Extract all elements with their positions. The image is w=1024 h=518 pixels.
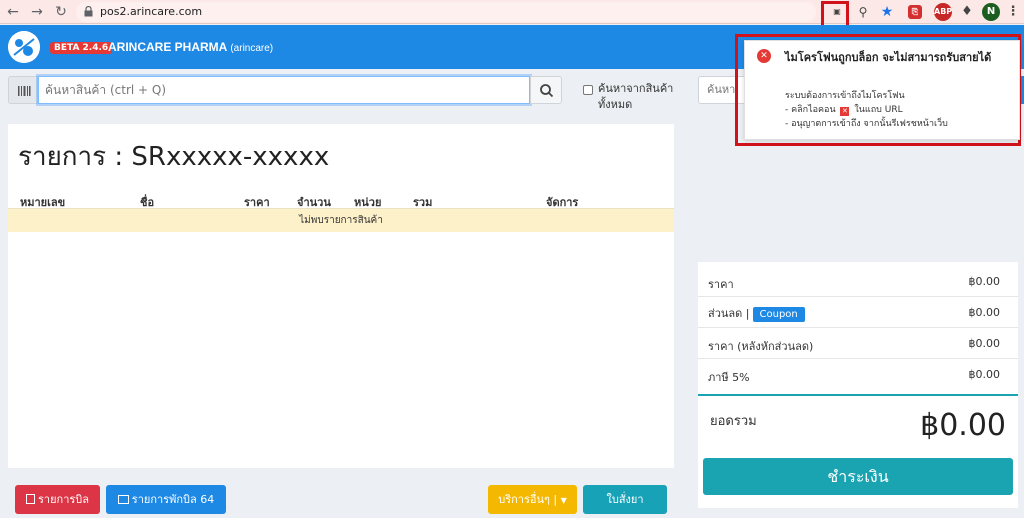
search-button[interactable] <box>530 76 562 104</box>
notification-line-1: ระบบต้องการเข้าถึงไมโครโฟน <box>785 91 905 101</box>
summary-vat-row: ภาษี 5% ฿0.00 <box>698 359 1018 390</box>
net-price-value: ฿0.00 <box>968 337 1001 350</box>
notification-title: ไมโครโฟนถูกบล็อก จะไม่สามารถรับสายได้ <box>785 51 992 64</box>
other-services-label: บริการอื่นๆ | <box>498 493 558 506</box>
reload-icon[interactable]: ↻ <box>52 3 70 21</box>
pay-button[interactable]: ชำระเงิน <box>703 458 1013 495</box>
discount-label: ส่วนลด | <box>708 307 750 320</box>
adblock-extension-icon[interactable]: ABP <box>934 3 952 21</box>
summary-price-row: ราคา ฿0.00 <box>698 266 1018 297</box>
key-icon[interactable]: ⚲ <box>854 3 872 21</box>
summary-discount-row: ส่วนลด | Coupon ฿0.00 <box>698 297 1018 328</box>
price-label: ราคา <box>708 278 734 291</box>
bill-list-button[interactable]: รายการบิล <box>15 485 100 514</box>
search-all-label: ค้นหาจากสินค้าทั้งหมด <box>598 82 674 111</box>
notification-line-2b: ในแถบ URL <box>854 105 903 115</box>
bottom-action-bar: รายการบิล รายการพักบิล 64 บริการอื่นๆ | … <box>0 474 690 518</box>
order-panel: รายการ : SRxxxxx-xxxxx หมายเลข ชื่อ ราคา… <box>8 124 674 468</box>
discount-label-wrap: ส่วนลด | Coupon <box>708 304 805 322</box>
blocked-camera-icon: ✕ <box>840 107 850 116</box>
barcode-button[interactable] <box>8 76 38 104</box>
price-value: ฿0.00 <box>968 275 1001 288</box>
grand-total-label: ยอดรวม <box>710 414 757 429</box>
prescription-label: ใบสั่งยา <box>606 493 644 506</box>
puzzle-extensions-icon[interactable]: ♦ <box>958 3 976 21</box>
barcode-icon <box>18 86 31 96</box>
app-title: ARINCARE PHARMA (arincare) <box>108 40 273 54</box>
file-icon <box>26 494 35 504</box>
other-services-button[interactable]: บริการอื่นๆ | ▼ <box>488 485 577 514</box>
app-name: ARINCARE PHARMA <box>108 40 228 54</box>
vat-label: ภาษี 5% <box>708 371 750 384</box>
search-all-checkbox[interactable] <box>583 85 593 95</box>
lock-icon <box>84 6 93 17</box>
notification-line-2a: - คลิกไอคอน <box>785 105 836 115</box>
coupon-button[interactable]: Coupon <box>752 307 805 322</box>
search-icon <box>540 84 554 98</box>
version-badge: BETA 2.4.6 <box>50 42 113 54</box>
pdf-extension-icon[interactable]: ⎘ <box>908 5 922 19</box>
menu-kebab-icon[interactable]: ⋮ <box>1004 3 1022 21</box>
app-subtitle: (arincare) <box>230 43 274 54</box>
error-icon: ✕ <box>757 49 771 63</box>
empty-items-row: ไม่พบรายการสินค้า <box>8 208 674 232</box>
notification-line-2: - คลิกไอคอน ✕ ในแถบ URL <box>785 103 948 117</box>
hold-bill-label: รายการพักบิล 64 <box>131 493 215 506</box>
summary-panel: ราคา ฿0.00 ส่วนลด | Coupon ฿0.00 ราคา (หล… <box>698 262 1018 508</box>
summary-divider <box>698 394 1018 396</box>
notification-body: ระบบต้องการเข้าถึงไมโครโฟน - คลิกไอคอน ✕… <box>785 89 948 131</box>
order-title: รายการ : SRxxxxx-xxxxx <box>18 142 330 172</box>
list-icon <box>117 495 129 504</box>
grand-total-value: ฿0.00 <box>920 408 1006 443</box>
bill-list-label: รายการบิล <box>38 493 89 506</box>
url-text: pos2.arincare.com <box>100 5 203 18</box>
notification-line-3: - อนุญาตการเข้าถึง จากนั้นรีเฟรชหน้าเว็บ <box>785 119 948 129</box>
arincare-logo <box>8 31 40 63</box>
bookmark-star-icon[interactable]: ★ <box>878 3 896 21</box>
discount-value: ฿0.00 <box>968 306 1001 319</box>
forward-icon[interactable]: → <box>28 3 46 21</box>
address-bar[interactable]: pos2.arincare.com <box>76 2 816 22</box>
back-icon[interactable]: ← <box>4 3 22 21</box>
net-price-label: ราคา (หลังหักส่วนลด) <box>708 340 814 353</box>
prescription-button[interactable]: ใบสั่งยา <box>583 485 667 514</box>
caret-down-icon: ▼ <box>560 496 567 505</box>
vat-value: ฿0.00 <box>968 368 1001 381</box>
profile-avatar[interactable]: N <box>982 3 1000 21</box>
mic-blocked-notification[interactable]: ✕ ไมโครโฟนถูกบล็อก จะไม่สามารถรับสายได้ … <box>744 40 1020 140</box>
summary-net-row: ราคา (หลังหักส่วนลด) ฿0.00 <box>698 328 1018 359</box>
hold-bill-button[interactable]: รายการพักบิล 64 <box>106 485 226 514</box>
product-search-input[interactable] <box>38 76 530 104</box>
browser-toolbar: ← → ↻ pos2.arincare.com ▣ ⚲ ★ ⎘ ABP ♦ N … <box>0 0 1024 24</box>
